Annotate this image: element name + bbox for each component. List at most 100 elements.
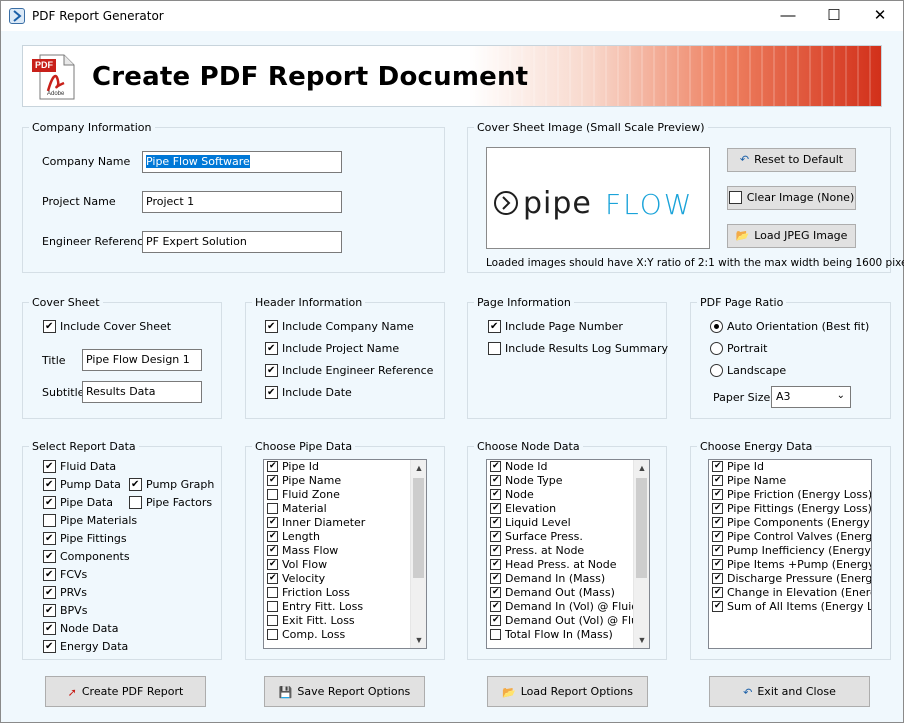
save-icon: 💾 xyxy=(278,685,293,699)
company-name-input[interactable]: Pipe Flow Software xyxy=(142,151,342,173)
cover-subtitle-input[interactable]: Results Data xyxy=(82,381,202,403)
components-checkbox[interactable]: Components xyxy=(43,549,130,566)
portrait-radio[interactable]: Portrait xyxy=(710,341,767,358)
bpvs-checkbox[interactable]: BPVs xyxy=(43,603,87,620)
clear-image-button[interactable]: Clear Image (None) xyxy=(727,186,856,210)
create-pdf-report-button[interactable]: ➚ Create PDF Report xyxy=(45,676,206,707)
list-item[interactable]: Demand Out (Vol) @ Fluid xyxy=(487,614,649,628)
reset-to-default-button[interactable]: ↶ Reset to Default xyxy=(727,148,856,172)
list-item[interactable]: Velocity xyxy=(264,572,426,586)
include-cover-sheet-checkbox[interactable]: Include Cover Sheet xyxy=(43,319,171,336)
list-item[interactable]: Change in Elevation (Energy L xyxy=(709,586,871,600)
cover-title-input[interactable]: Pipe Flow Design 1 xyxy=(82,349,202,371)
list-item[interactable]: Exit Fitt. Loss xyxy=(264,614,426,628)
adobe-label: Adobe xyxy=(47,91,65,97)
list-item[interactable]: Material xyxy=(264,502,426,516)
include-engineer-reference-checkbox[interactable]: Include Engineer Reference xyxy=(265,363,433,380)
list-item[interactable]: Node xyxy=(487,488,649,502)
pipe-fittings-checkbox[interactable]: Pipe Fittings xyxy=(43,531,127,548)
pump-graph-checkbox[interactable]: Pump Graph xyxy=(129,477,214,494)
company-information-legend: Company Information xyxy=(32,121,152,134)
header-information-legend: Header Information xyxy=(255,296,363,309)
header-banner: PDF Adobe Create PDF Report Document xyxy=(22,45,882,107)
exit-and-close-button[interactable]: ↶ Exit and Close xyxy=(709,676,870,707)
image-ratio-note: Loaded images should have X:Y ratio of 2… xyxy=(486,257,904,269)
scroll-up-icon[interactable]: ▲ xyxy=(411,460,426,476)
scroll-thumb[interactable] xyxy=(636,478,647,578)
list-item[interactable]: Comp. Loss xyxy=(264,628,426,642)
landscape-radio[interactable]: Landscape xyxy=(710,363,786,380)
undo-icon: ↶ xyxy=(743,685,753,699)
list-item[interactable]: Pipe Id xyxy=(264,460,426,474)
include-page-number-checkbox[interactable]: Include Page Number xyxy=(488,319,623,336)
title-bar[interactable]: PDF Report Generator — ☐ ✕ xyxy=(1,1,903,31)
pipe-data-scrollbar[interactable]: ▲ ▼ xyxy=(410,460,426,648)
list-item[interactable]: Head Press. at Node xyxy=(487,558,649,572)
list-item[interactable]: Mass Flow xyxy=(264,544,426,558)
energy-data-checkbox[interactable]: Energy Data xyxy=(43,639,128,656)
fcvs-checkbox[interactable]: FCVs xyxy=(43,567,87,584)
list-item[interactable]: Pipe Fittings (Energy Loss) xyxy=(709,502,871,516)
list-item[interactable]: Pump Inefficiency (Energy Lo xyxy=(709,544,871,558)
list-item[interactable]: Pipe Friction (Energy Loss) xyxy=(709,488,871,502)
list-item[interactable]: Liquid Level xyxy=(487,516,649,530)
choose-energy-data-legend: Choose Energy Data xyxy=(700,440,813,453)
folder-open-icon: 📂 xyxy=(735,229,750,242)
minimize-icon[interactable]: — xyxy=(765,1,811,31)
list-item[interactable]: Demand In (Mass) xyxy=(487,572,649,586)
list-item[interactable]: Elevation xyxy=(487,502,649,516)
list-item[interactable]: Press. at Node xyxy=(487,544,649,558)
list-item[interactable]: Demand In (Vol) @ Fluid Z xyxy=(487,600,649,614)
pipe-data-list[interactable]: Pipe Id Pipe Name Fluid Zone Material In… xyxy=(263,459,427,649)
list-item[interactable]: Fluid Zone xyxy=(264,488,426,502)
scroll-thumb[interactable] xyxy=(413,478,424,578)
list-item[interactable]: Node Type xyxy=(487,474,649,488)
fluid-data-checkbox[interactable]: Fluid Data xyxy=(43,459,116,476)
list-item[interactable]: Pipe Items +Pump (Energy Lo xyxy=(709,558,871,572)
paper-size-select[interactable]: A3 ⌄ xyxy=(771,386,851,408)
include-project-name-checkbox[interactable]: Include Project Name xyxy=(265,341,399,358)
list-item[interactable]: Vol Flow xyxy=(264,558,426,572)
save-report-options-button[interactable]: 💾 Save Report Options xyxy=(264,676,425,707)
maximize-icon[interactable]: ☐ xyxy=(811,1,857,31)
close-icon[interactable]: ✕ xyxy=(857,1,903,31)
scroll-up-icon[interactable]: ▲ xyxy=(634,460,649,476)
list-item[interactable]: Pipe Name xyxy=(709,474,871,488)
auto-orientation-radio[interactable]: Auto Orientation (Best fit) xyxy=(710,319,869,336)
scroll-down-icon[interactable]: ▼ xyxy=(634,632,649,648)
node-data-scrollbar[interactable]: ▲ ▼ xyxy=(633,460,649,648)
list-item[interactable]: Entry Fitt. Loss xyxy=(264,600,426,614)
list-item[interactable]: Discharge Pressure (Energy I xyxy=(709,572,871,586)
load-report-options-button[interactable]: 📂 Load Report Options xyxy=(487,676,648,707)
list-item[interactable]: Inner Diameter xyxy=(264,516,426,530)
list-item[interactable]: Pipe Components (Energy Loss xyxy=(709,516,871,530)
include-company-name-checkbox[interactable]: Include Company Name xyxy=(265,319,414,336)
node-data-list[interactable]: Node Id Node Type Node Elevation Liquid … xyxy=(486,459,650,649)
pump-data-checkbox[interactable]: Pump Data xyxy=(43,477,121,494)
include-results-log-summary-checkbox[interactable]: Include Results Log Summary xyxy=(488,341,668,358)
list-item[interactable]: Length xyxy=(264,530,426,544)
chevron-down-icon: ⌄ xyxy=(836,390,845,401)
pipe-data-checkbox[interactable]: Pipe Data xyxy=(43,495,113,512)
node-data-checkbox[interactable]: Node Data xyxy=(43,621,118,638)
list-item[interactable]: Node Id xyxy=(487,460,649,474)
list-item[interactable]: Friction Loss xyxy=(264,586,426,600)
energy-data-list[interactable]: Pipe Id Pipe Name Pipe Friction (Energy … xyxy=(708,459,872,649)
list-item[interactable]: Sum of All Items (Energy Loss xyxy=(709,600,871,614)
pipe-materials-checkbox[interactable]: Pipe Materials xyxy=(43,513,137,530)
project-name-input[interactable]: Project 1 xyxy=(142,191,342,213)
list-item[interactable]: Pipe Name xyxy=(264,474,426,488)
scroll-down-icon[interactable]: ▼ xyxy=(411,632,426,648)
include-date-checkbox[interactable]: Include Date xyxy=(265,385,352,402)
list-item[interactable]: Pipe Id xyxy=(709,460,871,474)
list-item[interactable]: Demand Out (Mass) xyxy=(487,586,649,600)
list-item[interactable]: Surface Press. xyxy=(487,530,649,544)
engineer-reference-input[interactable]: PF Expert Solution xyxy=(142,231,342,253)
pipe-factors-checkbox[interactable]: Pipe Factors xyxy=(129,495,212,512)
list-item[interactable]: Pipe Control Valves (Energy L xyxy=(709,530,871,544)
prvs-checkbox[interactable]: PRVs xyxy=(43,585,87,602)
title-label: Title xyxy=(42,354,66,367)
list-item[interactable]: Total Flow In (Mass) xyxy=(487,628,649,642)
load-jpeg-image-button[interactable]: 📂 Load JPEG Image xyxy=(727,224,856,248)
pdf-icon: PDF Adobe xyxy=(30,53,78,101)
